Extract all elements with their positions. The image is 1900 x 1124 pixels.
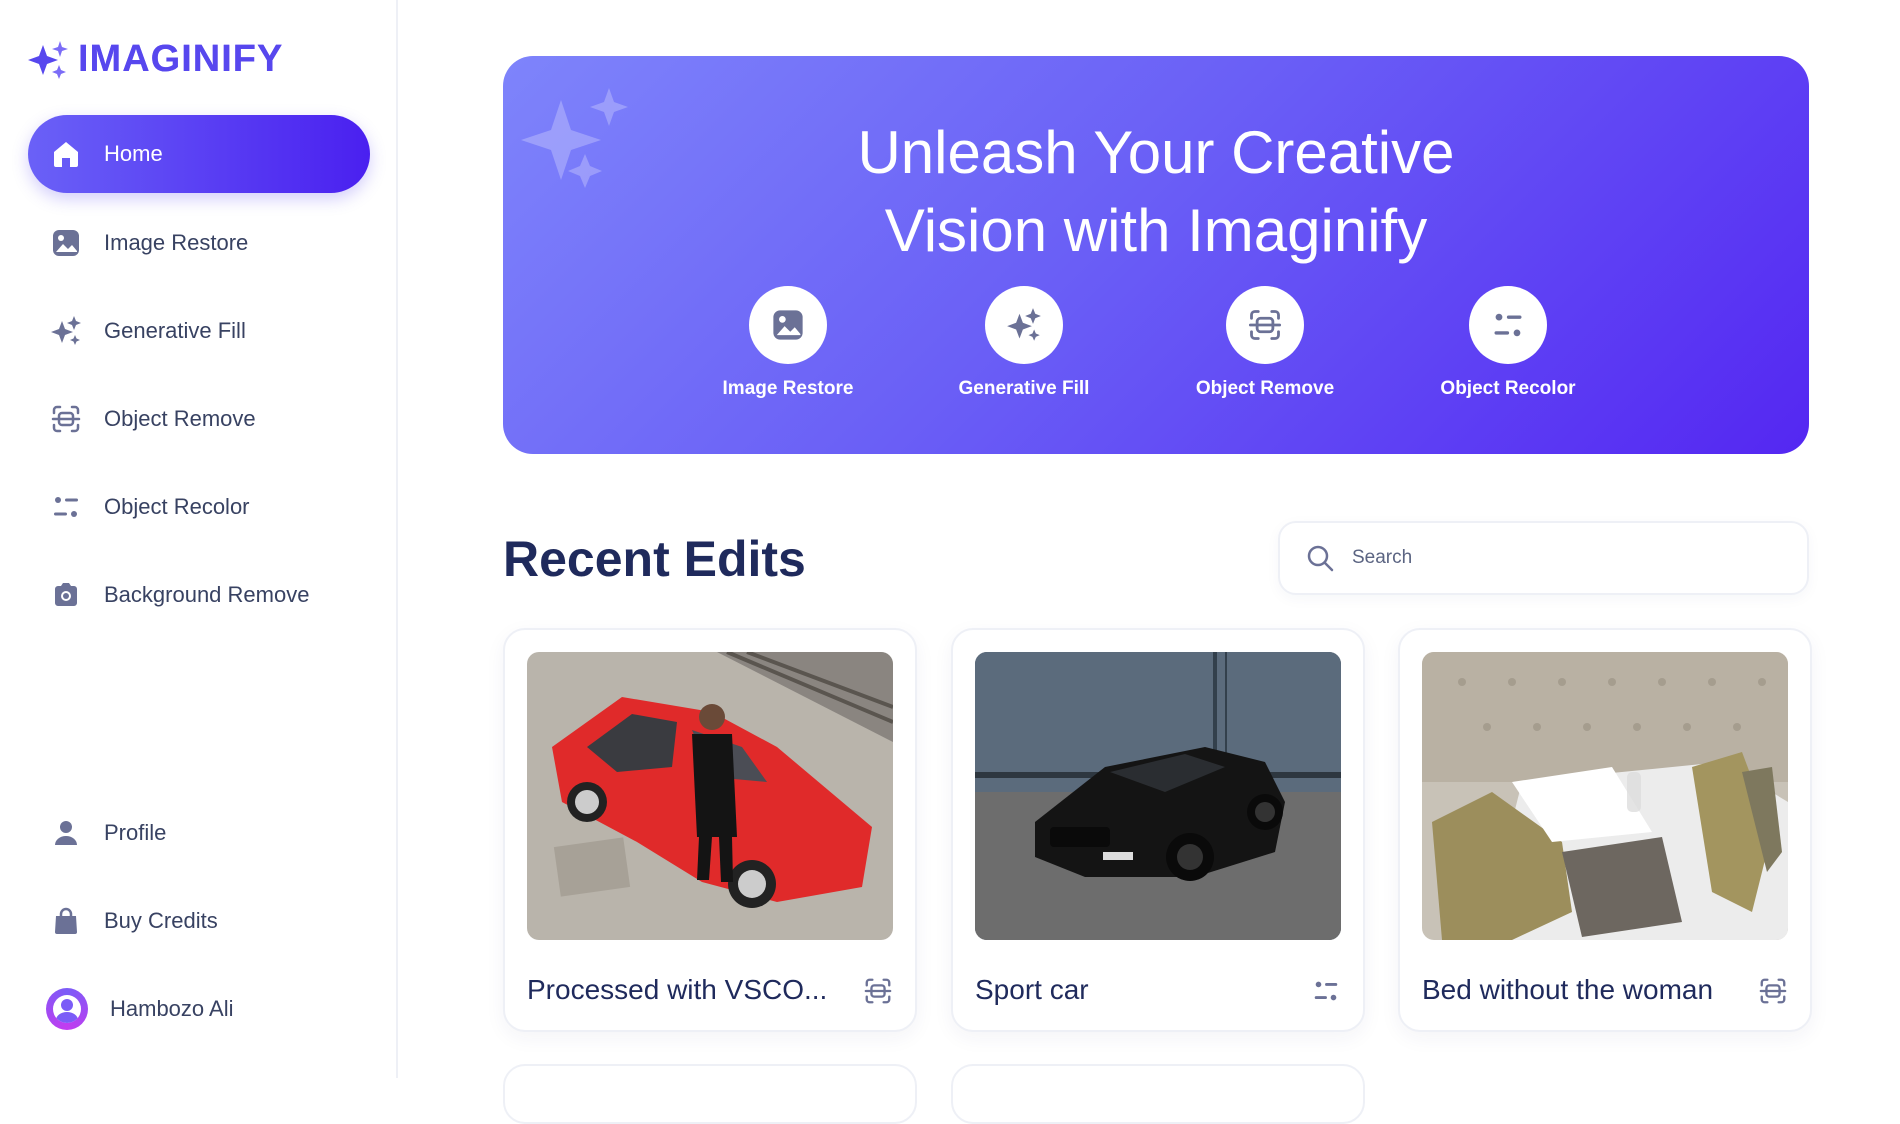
sidebar-item-label: Buy Credits xyxy=(104,908,218,933)
hero-action-label: Object Recolor xyxy=(1440,378,1576,399)
sidebar-item-object-remove[interactable]: Object Remove xyxy=(28,380,370,458)
scan-icon[interactable] xyxy=(863,976,893,1006)
logo[interactable]: IMAGINIFY xyxy=(28,38,283,81)
sidebar-item-label: Background Remove xyxy=(104,582,310,607)
filter-icon xyxy=(54,497,78,517)
scan-icon xyxy=(1248,310,1282,340)
hero-action-object-recolor[interactable]: Object Recolor xyxy=(1408,286,1608,400)
image-icon xyxy=(773,310,803,340)
home-icon xyxy=(54,142,78,167)
sparkles-logo-icon xyxy=(28,40,68,79)
sidebar-item-label: Home xyxy=(104,141,163,166)
search-box[interactable] xyxy=(1278,521,1809,595)
card-image[interactable] xyxy=(1422,652,1788,940)
edit-card[interactable]: Bed without the woman xyxy=(1398,628,1812,1032)
hero-action-label: Image Restore xyxy=(722,378,854,399)
image-icon xyxy=(53,230,79,256)
sidebar-item-label: Generative Fill xyxy=(104,318,246,343)
hero-action-label: Object Remove xyxy=(1195,378,1335,399)
sidebar-item-home[interactable]: Home xyxy=(28,115,370,193)
card-title: Sport car xyxy=(975,974,1089,1005)
camera-icon xyxy=(55,583,77,606)
sidebar-item-label: Object Recolor xyxy=(104,494,250,519)
scan-icon[interactable] xyxy=(1758,976,1788,1006)
hero-action-circle[interactable] xyxy=(1226,286,1304,364)
filter-icon xyxy=(1494,313,1522,337)
bag-icon xyxy=(55,907,77,934)
edit-card[interactable]: Sport car xyxy=(951,628,1365,1032)
search-input[interactable] xyxy=(1352,547,1752,569)
card-title: Processed with VSCO... xyxy=(527,974,828,1005)
filter-icon[interactable] xyxy=(1311,976,1341,1006)
user-icon xyxy=(55,821,77,845)
card-image[interactable] xyxy=(527,652,893,940)
avatar[interactable] xyxy=(46,988,88,1030)
sidebar-item-background-remove[interactable]: Background Remove xyxy=(28,556,370,634)
recent-edits-title: Recent Edits xyxy=(503,531,806,587)
sidebar-item-object-recolor[interactable]: Object Recolor xyxy=(28,468,370,546)
search-icon xyxy=(1307,545,1334,572)
sidebar-item-buy-credits[interactable]: Buy Credits xyxy=(28,882,370,960)
edit-card[interactable] xyxy=(503,1064,917,1124)
sidebar-item-generative-fill[interactable]: Generative Fill xyxy=(28,292,370,370)
hero-action-generative-fill[interactable]: Generative Fill xyxy=(924,286,1124,400)
sidebar-item-label: Object Remove xyxy=(104,406,256,431)
hero-action-circle[interactable] xyxy=(1469,286,1547,364)
sparkles-icon xyxy=(1007,308,1041,341)
scan-icon xyxy=(51,405,81,433)
edit-card[interactable]: Processed with VSCO... xyxy=(503,628,917,1032)
hero-action-label: Generative Fill xyxy=(958,378,1090,399)
hero-title-line-2: Vision with Imaginify xyxy=(884,197,1428,264)
user-profile[interactable]: Hambozo Ali xyxy=(46,988,234,1030)
card-title: Bed without the woman xyxy=(1422,974,1714,1005)
sidebar: IMAGINIFY Home Image Restore Generative … xyxy=(0,0,398,1078)
edit-card[interactable] xyxy=(951,1064,1365,1124)
hero-action-circle[interactable] xyxy=(985,286,1063,364)
sidebar-item-label: Profile xyxy=(104,820,167,845)
hero-action-image-restore[interactable]: Image Restore xyxy=(688,286,888,400)
card-image[interactable] xyxy=(975,652,1341,940)
logo-text: IMAGINIFY xyxy=(78,38,284,80)
sidebar-item-image-restore[interactable]: Image Restore xyxy=(28,204,370,282)
sidebar-item-label: Image Restore xyxy=(104,230,249,255)
hero-action-object-remove[interactable]: Object Remove xyxy=(1165,286,1365,400)
user-name: Hambozo Ali xyxy=(110,996,234,1021)
sidebar-item-profile[interactable]: Profile xyxy=(28,794,370,872)
hero-title-line-1: Unleash Your Creative xyxy=(857,119,1455,186)
hero-banner: Unleash Your Creative Vision with Imagin… xyxy=(503,56,1809,454)
hero-title: Unleash Your Creative Vision with Imagin… xyxy=(503,114,1809,270)
sparkles-icon xyxy=(51,316,81,345)
hero-action-circle[interactable] xyxy=(749,286,827,364)
